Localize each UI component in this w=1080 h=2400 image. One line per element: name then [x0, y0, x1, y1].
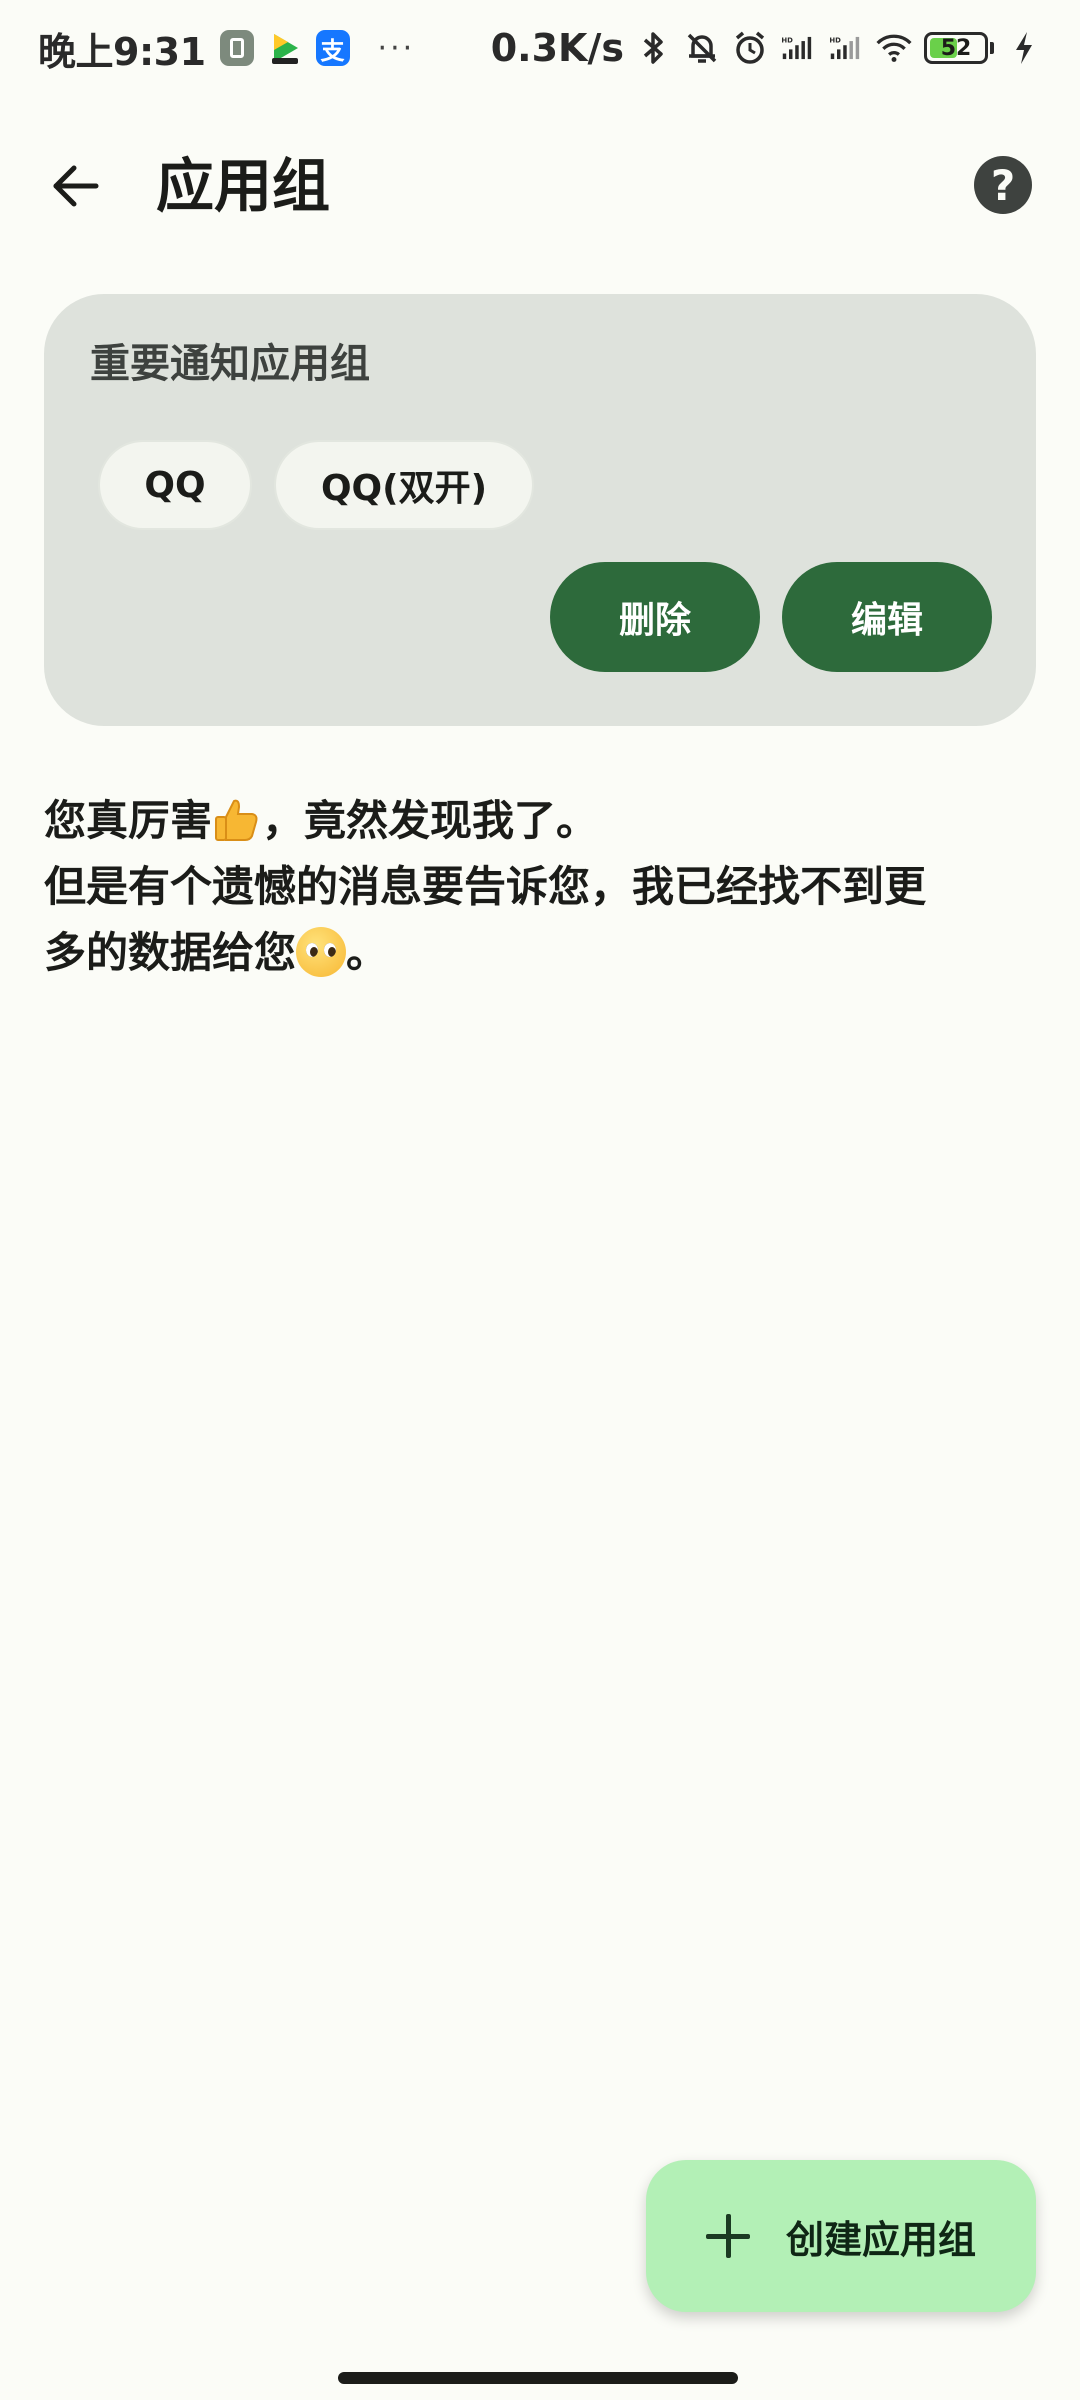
status-right: 0.3K/s HD HD 52: [491, 26, 1042, 70]
message-line-2: 但是有个遗憾的消息要告诉您，我已经找不到更: [44, 862, 927, 911]
battery-level: 52: [940, 35, 972, 61]
message-line-1: 您真厉害 ，竟然发现我了。: [44, 788, 1024, 854]
group-name: 重要通知应用组: [90, 341, 370, 387]
video-app-icon: [268, 30, 302, 66]
pleading-face-emoji-icon: [296, 927, 347, 977]
screen-recorder-icon: [219, 30, 254, 66]
status-bar: 晚上9:31 支 ··· 0.3K/s HD HD 52: [0, 0, 1080, 96]
plus-icon: [705, 2214, 750, 2258]
message-line-3: 多的数据给您。: [44, 920, 1024, 986]
charging-icon: [1006, 30, 1042, 66]
card-actions: 删除 编辑: [550, 562, 992, 672]
signal-hd-icon-2: HD: [828, 30, 864, 66]
app-chip-qq: QQ: [98, 440, 252, 530]
arrow-back-icon: [53, 165, 99, 207]
battery-tip: [990, 42, 994, 54]
message-text-1a: 您真厉害: [44, 796, 213, 845]
app-group-card: 重要通知应用组 QQ QQ(双开) 删除 编辑: [44, 294, 1036, 726]
alipay-icon: 支: [315, 30, 350, 66]
signal-hd-icon-1: HD: [780, 30, 816, 66]
fab-label: 创建应用组: [785, 2217, 976, 2262]
more-notifications-icon: ···: [377, 30, 416, 66]
empty-state-message: 您真厉害 ，竟然发现我了。 但是有个遗憾的消息要告诉您，我已经找不到更 多的数据…: [44, 788, 1024, 986]
thumbs-up-emoji-icon: [212, 795, 262, 845]
back-button[interactable]: [40, 150, 112, 222]
group-app-chips: QQ QQ(双开): [98, 440, 534, 530]
message-text-3b: 。: [346, 928, 389, 977]
status-time: 晚上9:31: [38, 29, 206, 74]
help-button[interactable]: ?: [974, 156, 1032, 214]
message-text-3a: 多的数据给您: [44, 928, 297, 977]
network-speed: 0.3K/s: [490, 26, 624, 70]
bluetooth-icon: [636, 30, 672, 66]
battery-icon: 52: [924, 32, 988, 64]
status-left: 晚上9:31 支 ···: [38, 21, 415, 76]
create-app-group-fab[interactable]: 创建应用组: [646, 2160, 1036, 2312]
help-icon: ?: [990, 160, 1016, 210]
bell-muted-icon: [684, 30, 720, 66]
wifi-icon: [876, 30, 912, 66]
top-app-bar: 应用组: [0, 128, 1080, 240]
message-text-1b: ，竟然发现我了。: [262, 796, 599, 845]
alarm-icon: [732, 30, 768, 66]
svg-text:HD: HD: [781, 36, 793, 44]
svg-text:HD: HD: [829, 36, 841, 44]
delete-button[interactable]: 删除: [550, 562, 760, 672]
gesture-navigation-bar[interactable]: [338, 2372, 738, 2384]
page-title: 应用组: [156, 152, 331, 220]
app-chip-qq-dual: QQ(双开): [274, 440, 534, 530]
edit-button[interactable]: 编辑: [782, 562, 992, 672]
